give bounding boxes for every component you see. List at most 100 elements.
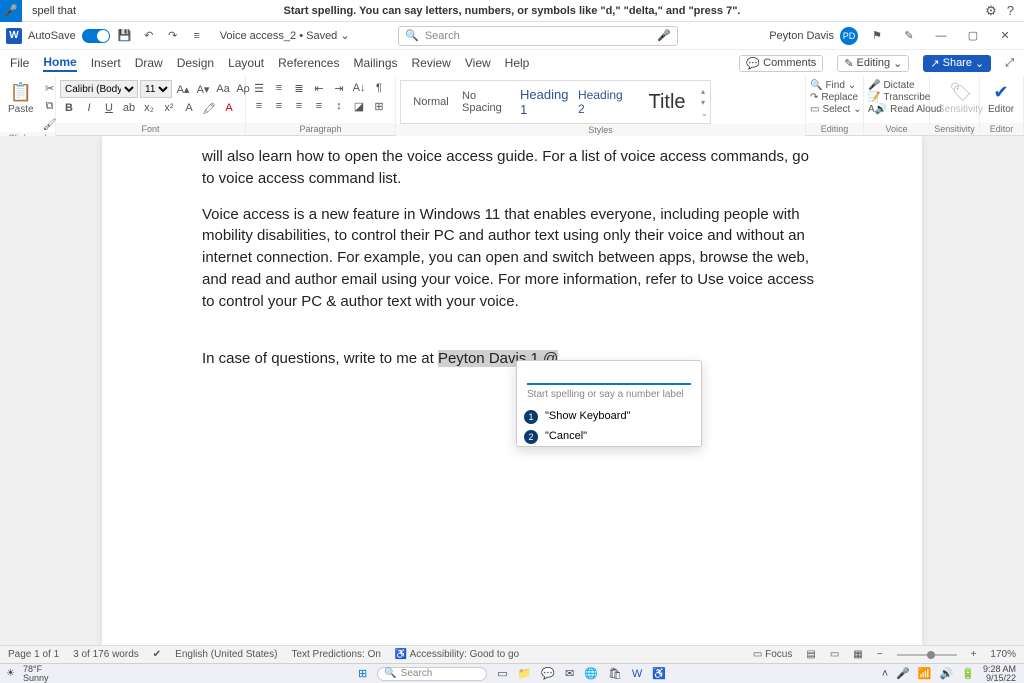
coming-soon-icon[interactable]: ✎ xyxy=(896,29,922,42)
tab-file[interactable]: File xyxy=(10,56,29,70)
mic-tray-icon[interactable]: 🎤 xyxy=(896,667,910,680)
zoom-level[interactable]: 170% xyxy=(990,649,1016,660)
dec-indent-icon[interactable]: ⇤ xyxy=(310,80,328,96)
bold-icon[interactable]: B xyxy=(60,100,78,116)
spelling-input[interactable] xyxy=(527,367,691,385)
zoom-slider[interactable] xyxy=(897,654,957,656)
close-button[interactable]: ✕ xyxy=(992,29,1018,42)
grow-font-icon[interactable]: A▴ xyxy=(174,81,192,97)
highlight-icon[interactable]: 🖍 xyxy=(200,100,218,116)
view-print-icon[interactable]: ▤ xyxy=(806,649,815,660)
popup-option-cancel[interactable]: 2"Cancel" xyxy=(517,426,701,446)
show-marks-icon[interactable]: ¶ xyxy=(370,80,388,96)
view-web-icon[interactable]: ▦ xyxy=(853,649,862,660)
numbering-icon[interactable]: ≡ xyxy=(270,80,288,96)
language[interactable]: English (United States) xyxy=(175,649,277,660)
view-read-icon[interactable]: ▭ xyxy=(830,649,839,660)
page[interactable]: will also learn how to open the voice ac… xyxy=(102,136,922,645)
sort-icon[interactable]: A↓ xyxy=(350,80,368,96)
inc-indent-icon[interactable]: ⇥ xyxy=(330,80,348,96)
font-name-select[interactable]: Calibri (Body) xyxy=(60,80,138,98)
popup-option-show-keyboard[interactable]: 1"Show Keyboard" xyxy=(517,406,701,426)
edge-icon[interactable]: 🌐 xyxy=(584,667,598,680)
tab-home[interactable]: Home xyxy=(43,55,76,72)
editor-button[interactable]: ✔Editor xyxy=(984,80,1018,117)
subscript-icon[interactable]: x₂ xyxy=(140,100,158,116)
clock[interactable]: 9:28 AM9/15/22 xyxy=(983,665,1016,683)
gallery-up-icon[interactable]: ▴ xyxy=(701,87,708,96)
tab-mailings[interactable]: Mailings xyxy=(353,56,397,70)
text-predictions[interactable]: Text Predictions: On xyxy=(291,649,380,660)
replace-button[interactable]: ↷ Replace xyxy=(810,92,858,103)
store-icon[interactable]: 🛍 xyxy=(608,667,622,680)
autosave-toggle[interactable] xyxy=(82,29,110,43)
help-icon[interactable]: ? xyxy=(1007,3,1014,19)
zoom-out-icon[interactable]: − xyxy=(877,649,883,660)
page-count[interactable]: Page 1 of 1 xyxy=(8,649,59,660)
underline-icon[interactable]: U xyxy=(100,100,118,116)
document-name[interactable]: Voice access_2 • Saved ⌄ xyxy=(220,29,350,42)
style-heading2[interactable]: Heading 2 xyxy=(577,82,633,122)
focus-mode-button[interactable]: ▭ Focus xyxy=(753,649,792,660)
line-spacing-icon[interactable]: ↕ xyxy=(330,98,348,114)
align-center-icon[interactable]: ≡ xyxy=(270,98,288,114)
select-button[interactable]: ▭ Select ⌄ xyxy=(810,104,862,115)
zoom-in-icon[interactable]: + xyxy=(971,649,977,660)
tab-review[interactable]: Review xyxy=(412,56,451,70)
justify-icon[interactable]: ≡ xyxy=(310,98,328,114)
qat-customize-icon[interactable]: ≡ xyxy=(188,30,206,42)
styles-gallery[interactable]: Normal No Spacing Heading 1 Heading 2 Ti… xyxy=(400,80,711,124)
strike-icon[interactable]: ab xyxy=(120,100,138,116)
word-count[interactable]: 3 of 176 words xyxy=(73,649,139,660)
start-icon[interactable]: ⊞ xyxy=(358,667,367,680)
tab-draw[interactable]: Draw xyxy=(135,56,163,70)
explorer-icon[interactable]: 📁 xyxy=(518,667,532,680)
tab-help[interactable]: Help xyxy=(505,56,530,70)
mic-icon[interactable]: 🎤 xyxy=(0,0,22,22)
redo-icon[interactable]: ↷ xyxy=(164,29,182,42)
find-button[interactable]: 🔍 Find ⌄ xyxy=(810,80,856,91)
style-nospacing[interactable]: No Spacing xyxy=(461,82,517,122)
style-normal[interactable]: Normal xyxy=(403,82,459,122)
text-effects-icon[interactable]: A xyxy=(180,100,198,116)
accessibility-taskbar-icon[interactable]: ♿ xyxy=(652,667,666,680)
align-left-icon[interactable]: ≡ xyxy=(250,98,268,114)
tab-view[interactable]: View xyxy=(465,56,491,70)
borders-icon[interactable]: ⊞ xyxy=(370,98,388,114)
accessibility-status[interactable]: ♿ Accessibility: Good to go xyxy=(395,649,519,660)
minimize-button[interactable]: — xyxy=(928,30,954,42)
style-title[interactable]: Title xyxy=(635,82,699,122)
gallery-more-icon[interactable]: ⌄ xyxy=(701,109,708,118)
spell-check-icon[interactable]: ✔ xyxy=(153,649,161,660)
word-taskbar-icon[interactable]: W xyxy=(632,668,642,680)
user-account[interactable]: Peyton Davis PD xyxy=(769,27,858,45)
style-heading1[interactable]: Heading 1 xyxy=(519,82,575,122)
document-area[interactable]: will also learn how to open the voice ac… xyxy=(0,136,1024,645)
battery-icon[interactable]: 🔋 xyxy=(961,667,975,680)
maximize-button[interactable]: ▢ xyxy=(960,29,986,42)
collapse-ribbon-icon[interactable]: ⤢ xyxy=(1005,57,1014,70)
settings-icon[interactable]: ⚙ xyxy=(985,3,997,19)
comments-button[interactable]: 💬 Comments xyxy=(739,55,823,72)
bullets-icon[interactable]: ☰ xyxy=(250,80,268,96)
gallery-down-icon[interactable]: ▾ xyxy=(701,98,708,107)
volume-icon[interactable]: 🔊 xyxy=(940,667,954,680)
chat-icon[interactable]: 💬 xyxy=(541,667,555,680)
taskbar-search[interactable]: 🔍 Search xyxy=(377,667,487,681)
weather-widget[interactable]: 78°FSunny xyxy=(15,665,57,683)
italic-icon[interactable]: I xyxy=(80,100,98,116)
dictate-button[interactable]: 🎤 Dictate xyxy=(868,80,915,91)
multilevel-icon[interactable]: ≣ xyxy=(290,80,308,96)
shading-icon[interactable]: ◪ xyxy=(350,98,368,114)
chevron-up-icon[interactable]: ˄ xyxy=(882,668,888,680)
transcribe-button[interactable]: 📝 Transcribe xyxy=(868,92,930,103)
paste-button[interactable]: 📋Paste xyxy=(4,80,38,117)
tab-layout[interactable]: Layout xyxy=(228,56,264,70)
task-view-icon[interactable]: ▭ xyxy=(497,667,507,680)
save-icon[interactable]: 💾 xyxy=(116,29,134,42)
tab-references[interactable]: References xyxy=(278,56,339,70)
font-size-select[interactable]: 11 xyxy=(140,80,172,98)
font-color-icon[interactable]: A xyxy=(220,100,238,116)
tab-insert[interactable]: Insert xyxy=(91,56,121,70)
search-mic-icon[interactable]: 🎤 xyxy=(657,29,671,42)
